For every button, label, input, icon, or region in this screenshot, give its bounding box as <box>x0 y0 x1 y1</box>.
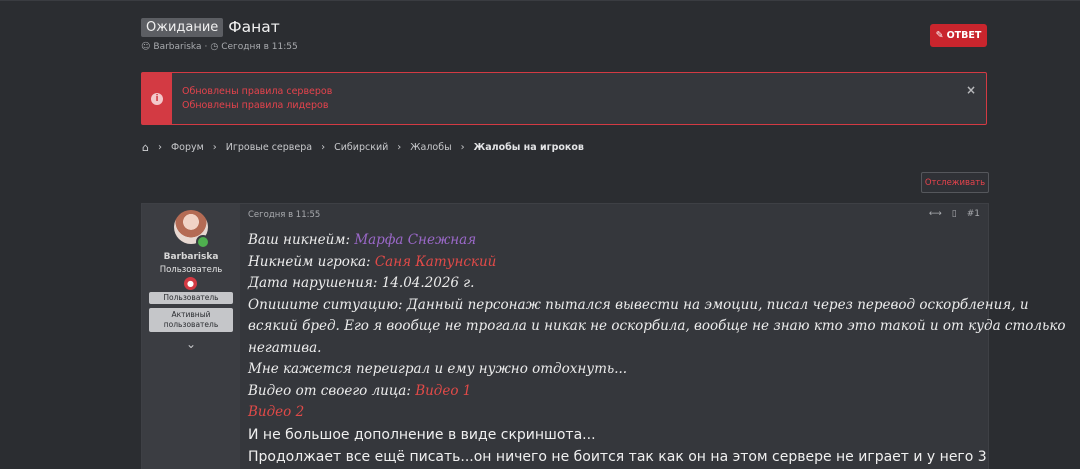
notice-icon-column: i <box>142 73 172 124</box>
close-icon[interactable]: × <box>966 83 976 97</box>
post-actions: ⟷ ▯ #1 <box>929 209 980 219</box>
post-line: негатива. <box>248 339 322 356</box>
chevron-right-icon: › <box>321 142 326 153</box>
user-banner: Активный пользователь <box>149 308 233 332</box>
thread-title: Ожидание Фанат <box>141 17 280 37</box>
post-body: Ваш никнейм: Марфа Снежная Никнейм игрок… <box>248 230 1066 468</box>
video-link-2[interactable]: Видео 2 <box>248 402 978 424</box>
thread-meta: ☺ Barbariska · ◷ Сегодня в 11:55 <box>141 42 298 52</box>
line-label: Ваш никнейм: <box>248 232 355 248</box>
post-line: Видео от своего лица: Видео 1 <box>248 381 978 403</box>
video-link-1[interactable]: Видео 1 <box>415 383 471 399</box>
user-badge-icon: ● <box>184 277 197 290</box>
notice-banner: i Обновлены правила серверов Обновлены п… <box>141 72 987 125</box>
top-border <box>0 0 1080 1</box>
share-icon[interactable]: ⟷ <box>929 209 942 219</box>
nick-value: Марфа Снежная <box>354 232 477 248</box>
clock-icon: ◷ <box>210 42 219 52</box>
post-number[interactable]: #1 <box>967 209 980 219</box>
meta-separator: · <box>204 42 208 52</box>
post-line: Никнейм игрока: Саня Катунский <box>248 252 978 274</box>
breadcrumb-game-servers[interactable]: Игровые сервера <box>226 142 312 153</box>
breadcrumb-siberian[interactable]: Сибирский <box>334 142 388 153</box>
bookmark-icon[interactable]: ▯ <box>952 209 957 219</box>
thread-prefix-badge[interactable]: Ожидание <box>141 17 224 37</box>
post-line: Опишите ситуацию: Данный персонаж пыталс… <box>248 296 1029 313</box>
post-line: Дата нарушения: 14.04.2026 г. <box>248 275 475 291</box>
line-label: Видео от своего лица: <box>248 382 416 399</box>
thread-date[interactable]: Сегодня в 11:55 <box>221 42 298 52</box>
chevron-right-icon: › <box>397 142 402 153</box>
post-line: Продолжает все ещё писать...он ничего не… <box>248 448 987 465</box>
post: Barbariska Пользователь ● Пользователь А… <box>141 203 1066 469</box>
user-banner: Пользователь <box>149 292 233 304</box>
watch-button[interactable]: Отслеживать <box>921 172 989 193</box>
info-icon: i <box>151 92 163 105</box>
post-line: Ваш никнейм: Марфа Снежная <box>248 230 978 252</box>
notice-link-leaders[interactable]: Обновлены правила лидеров <box>182 99 332 113</box>
post-line: всякий бред. Его я вообще не трогала и н… <box>248 318 1066 334</box>
chevron-right-icon: › <box>212 142 217 153</box>
thread-author-link[interactable]: Barbariska <box>153 42 201 52</box>
post-username[interactable]: Barbariska <box>142 252 240 262</box>
notice-text: Обновлены правила серверов Обновлены пра… <box>182 85 332 113</box>
user-icon: ☺ <box>141 42 151 52</box>
online-indicator <box>196 235 210 249</box>
chevron-right-icon: › <box>157 142 162 153</box>
post-line: Мне кажется переиграл и ему нужно отдохн… <box>248 361 628 377</box>
chevron-right-icon: › <box>460 142 465 153</box>
line-label: Никнейм игрока: <box>248 253 375 270</box>
breadcrumb-player-complaints[interactable]: Жалобы на игроков <box>474 142 584 153</box>
breadcrumb: ⌂ › Форум › Игровые сервера › Сибирский … <box>142 141 584 154</box>
home-icon[interactable]: ⌂ <box>142 141 149 154</box>
pencil-icon: ✎ <box>935 30 944 41</box>
player-nick-value: Саня Катунский <box>374 253 497 270</box>
chevron-down-icon[interactable]: ⌄ <box>142 337 240 351</box>
reply-button-label: ОТВЕТ <box>946 30 982 41</box>
reply-button[interactable]: ✎ ОТВЕТ <box>930 24 987 47</box>
post-line: И не большое дополнение в виде скриншота… <box>248 426 596 443</box>
post-date[interactable]: Сегодня в 11:55 <box>248 210 320 220</box>
breadcrumb-complaints[interactable]: Жалобы <box>410 142 451 153</box>
notice-link-servers[interactable]: Обновлены правила серверов <box>182 85 332 99</box>
post-user-column: Barbariska Пользователь ● Пользователь А… <box>142 204 240 469</box>
thread-title-text: Фанат <box>228 18 280 36</box>
post-user-role: Пользователь <box>159 265 223 275</box>
breadcrumb-forum[interactable]: Форум <box>171 142 204 153</box>
